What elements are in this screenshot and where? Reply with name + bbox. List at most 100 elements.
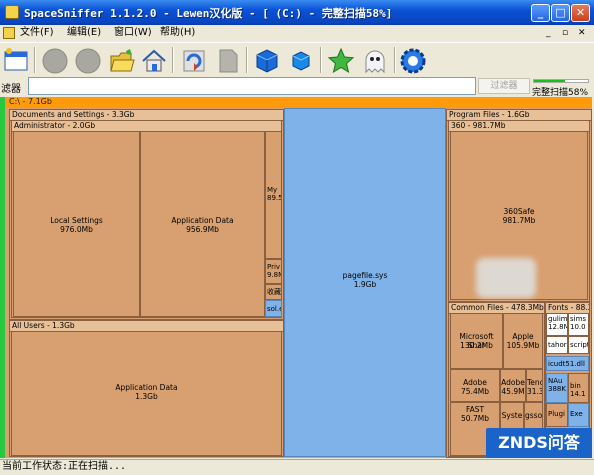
toolbar-separator xyxy=(172,47,174,73)
menu-file[interactable]: 文件(F) xyxy=(20,26,54,40)
folder-size: 956.9Mb xyxy=(186,225,219,234)
file-name: script xyxy=(570,341,589,349)
menu-edit[interactable]: 编辑(E) xyxy=(67,26,101,40)
green-star-icon[interactable] xyxy=(327,47,355,75)
treemap-file-pagefile[interactable]: pagefile.sys 1.9Gb xyxy=(284,108,446,457)
folder-size: 9.8M xyxy=(267,271,281,279)
menu-window[interactable]: 窗口(W) xyxy=(114,26,152,40)
toolbar xyxy=(0,42,594,76)
new-window-icon[interactable] xyxy=(2,47,30,75)
blue-cube-icon[interactable] xyxy=(253,47,281,75)
folder-size: 976.0Mb xyxy=(60,225,93,234)
folder-name: My xyxy=(267,186,278,194)
folder-name: Adobe xyxy=(463,378,487,387)
folder-name: 360Safe xyxy=(503,207,535,216)
treemap-folder-adobe-small[interactable]: Adobe 45.9M xyxy=(500,369,526,402)
status-bar: 当前工作状态:正在扫描... xyxy=(0,459,594,475)
treemap-folder-adobe-large[interactable]: Adobe 75.4Mb xyxy=(450,369,500,402)
file-name: tahor xyxy=(548,341,567,349)
minimize-button[interactable]: _ xyxy=(531,4,550,22)
toolbar-separator xyxy=(394,47,396,73)
folder-size: 31.3 xyxy=(527,387,543,396)
filter-button[interactable]: 过滤器 xyxy=(478,78,530,94)
folder-size: 105.9Mb xyxy=(506,341,540,350)
file-name: icudt51.dll xyxy=(548,360,585,368)
mdi-close-button[interactable]: ✕ xyxy=(578,26,586,40)
folder-size: 75.4Mb xyxy=(461,387,489,396)
gear-blue-icon[interactable] xyxy=(399,47,427,75)
filter-label: 滤器 xyxy=(1,84,21,95)
treemap-folder-local-settings[interactable]: Local Settings 976.0Mb xyxy=(13,131,140,317)
scan-progress-fill xyxy=(534,80,566,82)
filter-input[interactable] xyxy=(28,77,476,95)
folder-name: bin xyxy=(570,382,581,390)
menu-bar: 文件(F) 编辑(E) 窗口(W) 帮助(H) _ ▫ ✕ xyxy=(0,25,594,41)
folder-name: Local Settings xyxy=(50,216,103,225)
treemap-folder-apple[interactable]: Apple 105.9Mb xyxy=(503,313,543,369)
treemap-folder-microsoft-shared[interactable]: Microsoft Shar 130.2Mb xyxy=(450,313,503,369)
treemap-left-strip xyxy=(0,97,5,458)
treemap-file-tahoma[interactable]: tahor xyxy=(546,336,568,354)
treemap-folder-plugins[interactable]: Plugi xyxy=(546,403,568,427)
treemap-file-sims[interactable]: sims 10.0 xyxy=(568,313,589,336)
treemap-file-gulim[interactable]: gulim 12.8M xyxy=(546,313,568,336)
treemap-file-icudt51[interactable]: icudt51.dll xyxy=(546,356,589,371)
open-folder-icon[interactable] xyxy=(108,47,136,75)
treemap-file-sol[interactable]: sol.e xyxy=(265,300,282,317)
treemap-file-script[interactable]: script xyxy=(568,336,589,354)
folder-name: gssof xyxy=(525,411,543,420)
app-icon xyxy=(5,5,19,19)
treemap-folder-bin[interactable]: bin 14.1 xyxy=(568,373,589,403)
circle-gray-icon[interactable] xyxy=(41,47,69,75)
title-bar[interactable]: SpaceSniffer 1.1.2.0 - Lewen汉化版 - [ (C:)… xyxy=(0,0,594,25)
folder-name: 收藏 xyxy=(267,288,281,296)
treemap-folder-tencent[interactable]: Tenc 31.3 xyxy=(526,369,543,402)
toolbar-separator xyxy=(34,47,36,73)
folder-size: 388K xyxy=(548,385,566,393)
folder-name: Plugi xyxy=(548,410,565,418)
file-size: 12.8M xyxy=(548,323,568,331)
treemap-file-exe[interactable]: Exe xyxy=(568,403,589,427)
toolbar-separator xyxy=(246,47,248,73)
mdi-minimize-button[interactable]: _ xyxy=(546,26,551,40)
file-name: sims xyxy=(570,315,587,323)
file-name: sol.e xyxy=(267,305,282,313)
file-name: pagefile.sys xyxy=(342,271,388,280)
treemap-folder-application-data-admin[interactable]: Application Data 956.9Mb xyxy=(140,131,265,317)
blurred-region xyxy=(476,258,536,298)
blue-cube-small-icon[interactable] xyxy=(287,47,315,75)
folder-name: FAST xyxy=(465,405,485,414)
folder-size: 14.1 xyxy=(570,390,586,398)
folder-size: 45.9M xyxy=(501,387,525,396)
treemap-folder-favorites[interactable]: 收藏 xyxy=(265,284,282,300)
maximize-button[interactable]: □ xyxy=(551,4,570,22)
treemap-folder-nau[interactable]: NAu 388K xyxy=(546,373,568,403)
circle-gray-icon[interactable] xyxy=(74,47,102,75)
file-size: 1.9Gb xyxy=(353,280,377,289)
folder-name: Application Data xyxy=(171,216,234,225)
treemap-folder-application-data-all-users[interactable]: Application Data 1.3Gb xyxy=(11,331,282,456)
file-size: 10.0 xyxy=(570,323,586,331)
toolbar-separator xyxy=(320,47,322,73)
znds-watermark-logo: ZNDS问答 xyxy=(486,428,592,458)
document-gray-icon[interactable] xyxy=(214,47,242,75)
treemap-folder-priv[interactable]: Priv 9.8M xyxy=(265,259,282,284)
file-name: Exe xyxy=(570,410,583,418)
refresh-icon[interactable] xyxy=(180,47,208,75)
menu-help[interactable]: 帮助(H) xyxy=(160,26,195,40)
treemap-root-header[interactable]: C:\ - 7.1Gb xyxy=(5,97,592,108)
folder-name: Syste xyxy=(501,411,523,420)
scan-progress-bar xyxy=(533,79,589,83)
folder-size: 981.7Mb xyxy=(502,216,536,225)
close-button[interactable]: ✕ xyxy=(571,4,590,22)
folder-name: Priv xyxy=(267,263,281,271)
mdi-restore-button[interactable]: ▫ xyxy=(562,26,568,40)
document-icon[interactable] xyxy=(3,27,15,39)
file-name: gulim xyxy=(548,315,568,323)
folder-name: Tenc xyxy=(527,378,543,387)
folder-size: 130.2Mb xyxy=(460,341,493,350)
folder-name: Apple xyxy=(512,332,534,341)
ghost-icon[interactable] xyxy=(361,47,389,75)
home-icon[interactable] xyxy=(140,47,168,75)
treemap-folder-my[interactable]: My 89.5 xyxy=(265,131,282,259)
